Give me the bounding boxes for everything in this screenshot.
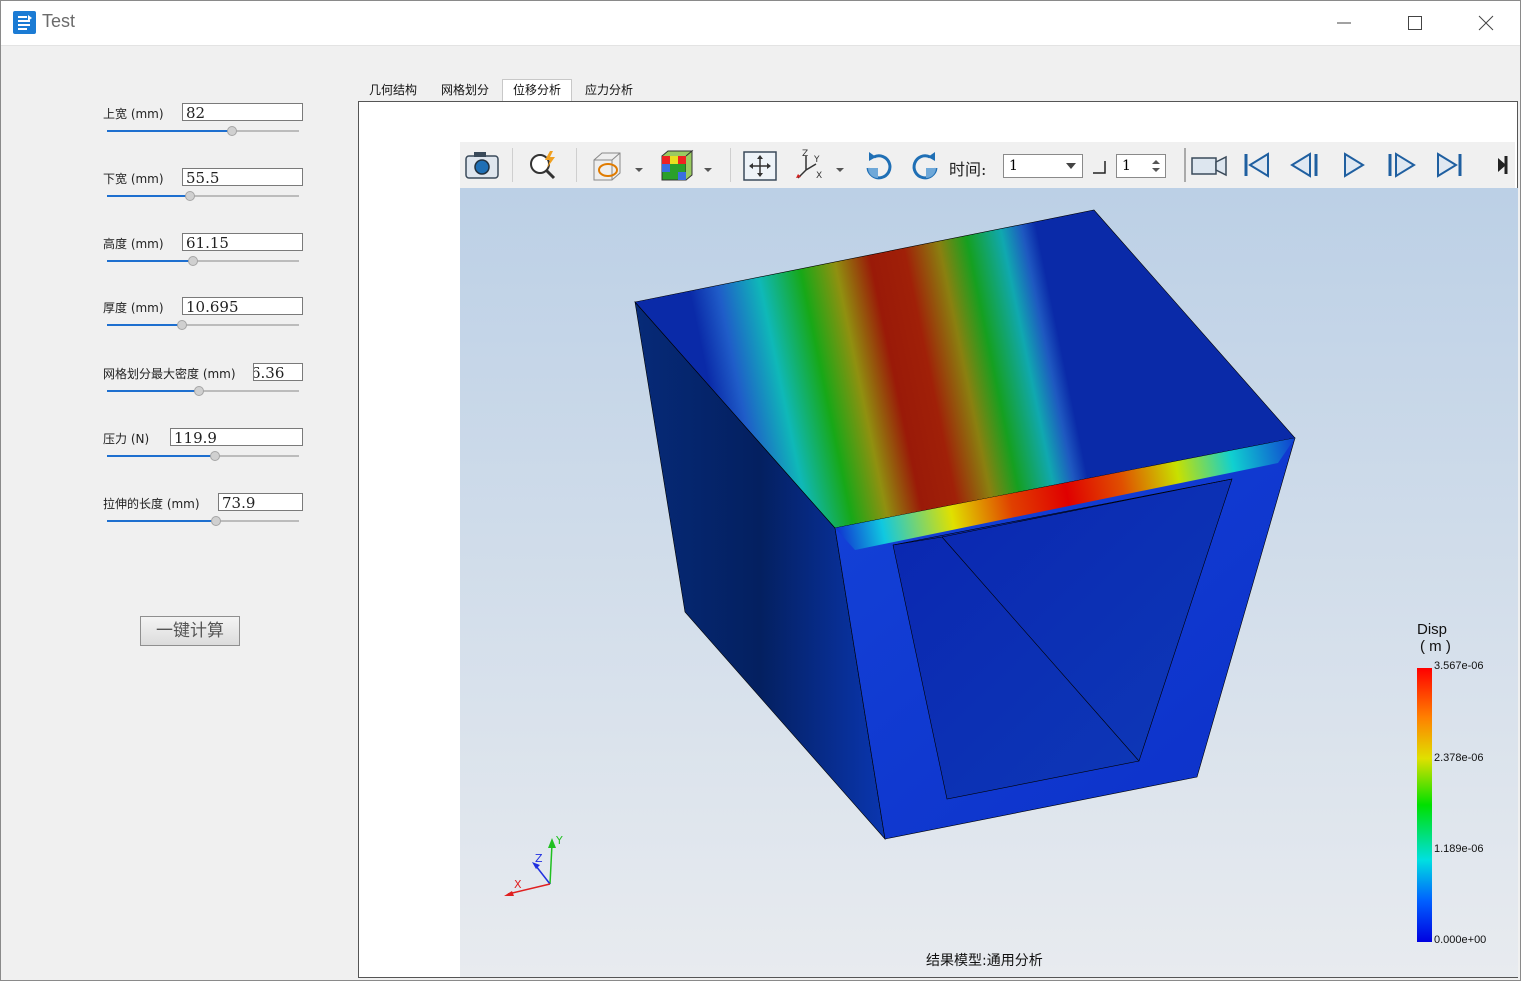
last-frame-icon[interactable] xyxy=(1432,148,1466,182)
height-slider[interactable] xyxy=(107,256,299,266)
viewer-toolbar: Z Y X 时间: 1 1 xyxy=(460,142,1515,188)
step-icon xyxy=(1093,161,1106,174)
param-label: 网格划分最大密度 (mm) xyxy=(103,367,236,381)
next-frame-icon[interactable] xyxy=(1384,148,1418,182)
upper-width-input[interactable]: 82 xyxy=(182,103,303,121)
app-icon xyxy=(13,11,36,34)
triad-x-label: X xyxy=(514,878,522,891)
slider-thumb[interactable] xyxy=(188,256,199,266)
param-label: 拉伸的长度 (mm) xyxy=(103,497,200,511)
rotate-ccw-icon[interactable] xyxy=(908,148,944,182)
svg-text:Z: Z xyxy=(802,149,808,159)
close-icon xyxy=(1478,15,1494,31)
lower-width-slider[interactable] xyxy=(107,191,299,201)
spin-arrows-icon[interactable] xyxy=(1152,159,1160,173)
axis-triad-icon: Y Z X xyxy=(504,834,563,896)
legend-title: Disp xyxy=(1417,621,1448,638)
tab-mesh[interactable]: 网格划分 xyxy=(434,80,496,101)
axis-view-icon[interactable]: Z Y X xyxy=(794,148,850,182)
tab-displacement[interactable]: 位移分析 xyxy=(502,79,572,102)
prev-frame-icon[interactable] xyxy=(1288,148,1322,182)
upper-width-slider[interactable] xyxy=(107,126,299,136)
param-label: 压力 (N) xyxy=(103,432,150,446)
calculate-button[interactable]: 一键计算 xyxy=(140,616,240,646)
screenshot-icon[interactable] xyxy=(464,148,500,182)
param-label: 高度 (mm) xyxy=(103,237,164,251)
slider-thumb[interactable] xyxy=(176,320,187,330)
pressure-input[interactable]: 119.9 xyxy=(170,428,303,446)
mesh-density-slider[interactable] xyxy=(107,386,299,396)
height-input[interactable]: 61.15 xyxy=(182,233,303,251)
tab-stress[interactable]: 应力分析 xyxy=(578,80,640,101)
first-frame-icon[interactable] xyxy=(1240,148,1274,182)
mesh-density-input[interactable]: 6.36 xyxy=(253,363,303,381)
record-video-icon[interactable] xyxy=(1190,148,1230,182)
svg-text:Y: Y xyxy=(813,155,820,165)
displacement-model xyxy=(634,209,1296,840)
thickness-input[interactable]: 10.695 xyxy=(182,297,303,315)
legend-value: 0.000e+00 xyxy=(1434,934,1487,946)
window-title: Test xyxy=(42,11,76,31)
slider-thumb[interactable] xyxy=(211,516,222,526)
triad-z-label: Z xyxy=(535,852,543,865)
slider-thumb[interactable] xyxy=(209,451,220,461)
minimize-icon xyxy=(1337,22,1351,24)
zoom-fit-icon[interactable] xyxy=(526,148,562,182)
maximize-icon xyxy=(1408,16,1422,30)
legend-color-bar xyxy=(1417,668,1432,942)
step-spinbox[interactable]: 1 xyxy=(1116,154,1166,178)
title-bar: Test xyxy=(1,1,1520,46)
3d-viewport[interactable]: Y Z X Disp ( m ) 3.567e-06 2.378e-06 1.1… xyxy=(460,188,1518,977)
result-model-label: 结果模型:通用分析 xyxy=(926,953,1043,969)
lower-width-input[interactable]: 55.5 xyxy=(182,168,303,186)
rotate-cw-icon[interactable] xyxy=(860,148,896,182)
chevron-down-icon xyxy=(1066,163,1076,169)
extrude-length-slider[interactable] xyxy=(107,516,299,526)
color-map-icon[interactable] xyxy=(656,148,716,182)
slider-thumb[interactable] xyxy=(194,386,205,396)
display-mode-icon[interactable] xyxy=(588,148,644,182)
play-icon[interactable] xyxy=(1336,148,1370,182)
time-label: 时间: xyxy=(949,160,987,179)
param-label: 下宽 (mm) xyxy=(103,172,164,186)
param-label: 厚度 (mm) xyxy=(103,301,164,315)
thickness-slider[interactable] xyxy=(107,320,299,330)
svg-text:X: X xyxy=(816,171,822,181)
param-label: 上宽 (mm) xyxy=(103,107,164,121)
toolbar-overflow-icon[interactable] xyxy=(1496,148,1512,182)
pressure-slider[interactable] xyxy=(107,451,299,461)
maximize-button[interactable] xyxy=(1392,7,1438,39)
close-button[interactable] xyxy=(1463,7,1509,39)
time-select[interactable]: 1 xyxy=(1003,154,1083,178)
move-icon[interactable] xyxy=(742,148,780,182)
minimize-button[interactable] xyxy=(1321,7,1367,39)
tab-geometry[interactable]: 几何结构 xyxy=(362,80,424,101)
time-value: 1 xyxy=(1009,158,1018,174)
triad-y-label: Y xyxy=(555,834,563,847)
step-value: 1 xyxy=(1122,158,1131,174)
slider-thumb[interactable] xyxy=(184,191,195,201)
legend-value: 2.378e-06 xyxy=(1434,752,1484,764)
slider-thumb[interactable] xyxy=(226,126,237,136)
extrude-length-input[interactable]: 73.9 xyxy=(218,493,303,511)
legend-unit: ( m ) xyxy=(1420,638,1451,655)
legend-value: 3.567e-06 xyxy=(1434,660,1484,672)
legend-value: 1.189e-06 xyxy=(1434,843,1484,855)
